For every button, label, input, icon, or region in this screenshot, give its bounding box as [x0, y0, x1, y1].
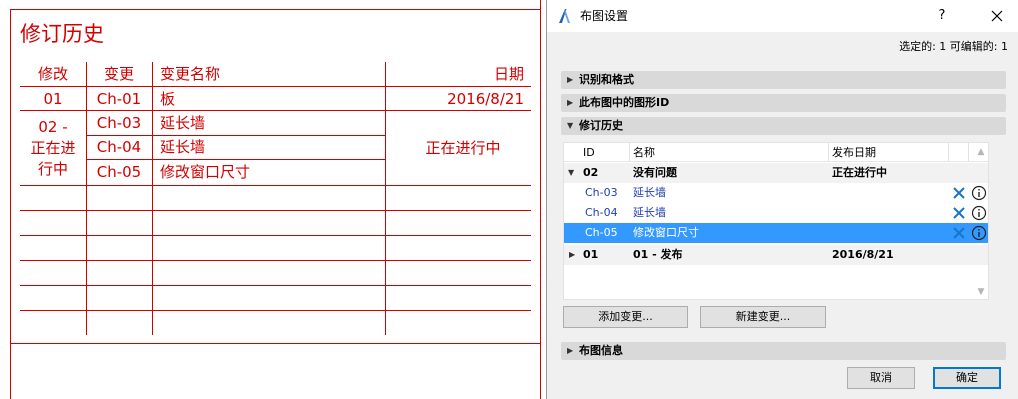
row-line — [20, 210, 531, 211]
revision-history-drawing: 修订历史 修改 变更 变更名称 日期 01 Ch-01 板 2016/8/21 … — [0, 0, 546, 399]
info-icon[interactable] — [971, 225, 987, 241]
column-header-id[interactable]: ID — [583, 143, 595, 162]
group-row-01[interactable]: ▶ 01 01 - 发布 2016/8/21 — [564, 245, 988, 265]
cell-name: 修改窗口尺寸 — [160, 163, 251, 181]
section-id-format[interactable]: ▶ 识别和格式 — [561, 71, 1006, 89]
remove-icon[interactable] — [952, 206, 966, 220]
header-change: 变更 — [103, 65, 134, 83]
cell-change: Ch-01 — [96, 90, 142, 108]
remove-icon[interactable] — [952, 186, 966, 200]
section-label: 此布图中的图形ID — [579, 96, 670, 109]
cell-name: 延长墙 — [160, 114, 206, 132]
cell-rev: 01 — [43, 90, 63, 108]
cell-rev-line: 行中 — [37, 160, 68, 178]
dialog-title: 布图设置 — [580, 9, 629, 23]
col-sep-2 — [152, 62, 153, 335]
section-revision-history[interactable]: ▼ 修订历史 — [561, 117, 1006, 135]
change-row[interactable]: Ch-04 延长墙 — [564, 203, 988, 223]
collapsed-triangle-icon: ▶ — [567, 98, 574, 107]
cell-date: 2016/8/21 — [447, 90, 524, 108]
row-line — [20, 285, 531, 286]
frame-left-line — [10, 9, 11, 399]
column-header-name[interactable]: 名称 — [633, 143, 655, 162]
info-icon[interactable] — [971, 205, 987, 221]
group-date: 2016/8/21 — [832, 248, 894, 261]
cell-date-inprogress: 正在进行中 — [425, 139, 501, 157]
cell-rev-line: 正在进 — [30, 139, 76, 157]
row-line — [86, 135, 386, 136]
change-name: 修改窗口尺寸 — [633, 226, 699, 239]
row-line — [20, 235, 531, 236]
dialog-titlebar[interactable]: 布图设置 ? — [547, 0, 1018, 32]
change-row-selected[interactable]: Ch-05 修改窗口尺寸 — [564, 223, 988, 243]
header-change-name: 变更名称 — [160, 65, 221, 83]
section-layout-info[interactable]: ▶ 布图信息 — [561, 342, 1006, 360]
scroll-up-icon[interactable]: ▲ — [975, 147, 987, 157]
archicad-app-icon — [556, 8, 572, 24]
scroll-down-icon[interactable]: ▼ — [975, 287, 987, 297]
layout-settings-dialog: 布图设置 ? 选定的: 1 可编辑的: 1 ▶ 识别和格式 ▶ 此布图中的图形I… — [546, 0, 1018, 399]
section-label: 布图信息 — [579, 344, 623, 357]
section-label: 识别和格式 — [579, 73, 634, 86]
row-line — [20, 260, 531, 261]
change-id: Ch-04 — [585, 206, 618, 219]
frame-bottom-line — [10, 343, 541, 344]
cell-name: 延长墙 — [160, 138, 206, 156]
cell-change: Ch-03 — [96, 114, 142, 132]
column-separator — [948, 143, 949, 162]
column-separator — [968, 143, 969, 162]
collapsed-triangle-icon: ▶ — [567, 75, 574, 84]
change-id: Ch-03 — [585, 186, 618, 199]
column-separator — [629, 143, 630, 162]
change-row[interactable]: Ch-03 延长墙 — [564, 183, 988, 203]
header-date: 日期 — [493, 65, 524, 83]
group-id: 01 — [583, 248, 599, 261]
group-row-02[interactable]: ▼ 02 没有问题 正在进行中 — [564, 163, 988, 183]
selection-info: 选定的: 1 可编辑的: 1 — [899, 40, 1008, 53]
header-rev: 修改 — [37, 65, 68, 83]
collapsed-triangle-icon: ▶ — [567, 346, 574, 355]
collapsed-triangle-icon[interactable]: ▶ — [569, 245, 575, 265]
group-name: 没有问题 — [633, 166, 677, 179]
cancel-button[interactable]: 取消 — [847, 367, 915, 389]
column-header-date[interactable]: 发布日期 — [832, 143, 876, 162]
change-id: Ch-05 — [585, 226, 618, 239]
help-button[interactable]: ? — [935, 7, 949, 25]
column-separator — [828, 143, 829, 162]
ok-button[interactable]: 确定 — [933, 367, 1001, 389]
info-icon[interactable] — [971, 185, 987, 201]
cell-change: Ch-05 — [96, 163, 142, 181]
section-drawing-id[interactable]: ▶ 此布图中的图形ID — [561, 94, 1006, 112]
expanded-triangle-icon[interactable]: ▼ — [568, 163, 574, 183]
frame-top-line — [10, 9, 541, 10]
expanded-triangle-icon: ▼ — [567, 121, 574, 130]
revision-list[interactable]: ID 名称 发布日期 ▲ ▼ 02 没有问题 正在进行中 Ch-03 延长墙 C… — [563, 142, 989, 300]
row-line — [86, 159, 386, 160]
change-name: 延长墙 — [633, 186, 666, 199]
cell-rev-line: 02 - — [38, 118, 68, 136]
group-name: 01 - 发布 — [633, 248, 683, 261]
drawing-title: 修订历史 — [20, 22, 104, 46]
cell-change: Ch-04 — [96, 138, 142, 156]
list-header: ID 名称 发布日期 — [564, 143, 988, 162]
row-line — [20, 310, 531, 311]
remove-icon[interactable] — [952, 226, 966, 240]
group-date: 正在进行中 — [832, 166, 887, 179]
frame-right-line — [540, 0, 541, 399]
row-line — [20, 86, 531, 87]
cell-name: 板 — [160, 90, 176, 108]
group-id: 02 — [583, 166, 599, 179]
close-icon[interactable] — [987, 6, 1007, 26]
row-line — [20, 185, 531, 186]
new-change-button[interactable]: 新建变更... — [700, 306, 826, 328]
section-label: 修订历史 — [579, 119, 623, 132]
change-name: 延长墙 — [633, 206, 666, 219]
row-line — [20, 110, 531, 111]
add-change-button[interactable]: 添加变更... — [563, 306, 688, 328]
